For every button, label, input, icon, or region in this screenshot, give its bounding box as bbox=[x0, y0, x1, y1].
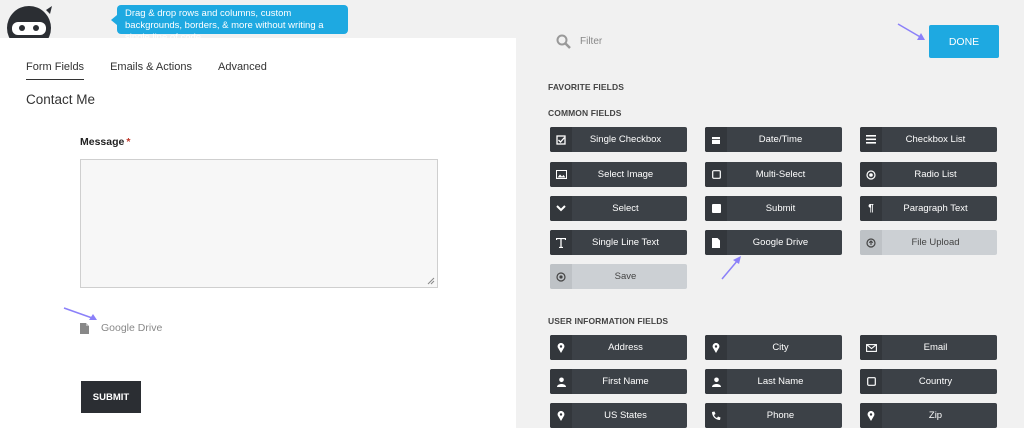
google-drive-label: Google Drive bbox=[101, 322, 163, 334]
image-icon bbox=[550, 162, 572, 187]
square-icon bbox=[860, 369, 882, 394]
favorite-fields-heading: FAVORITE FIELDS bbox=[548, 82, 624, 92]
field-label: City bbox=[772, 342, 789, 353]
field-checkbox-list[interactable]: Checkbox List bbox=[860, 127, 997, 152]
field-select-image[interactable]: Select Image bbox=[550, 162, 687, 187]
pointer-arrow-icon bbox=[721, 256, 741, 280]
field-label: Date/Time bbox=[758, 134, 803, 145]
field-label: Checkbox List bbox=[905, 134, 966, 145]
field-phone[interactable]: Phone bbox=[705, 403, 842, 428]
field-email[interactable]: Email bbox=[860, 335, 997, 360]
message-label: Message * bbox=[80, 136, 130, 148]
list-icon bbox=[860, 127, 882, 152]
field-paragraph-text[interactable]: ¶ Paragraph Text bbox=[860, 196, 997, 221]
field-submit[interactable]: Submit bbox=[705, 196, 842, 221]
field-label: Radio List bbox=[914, 169, 957, 180]
field-multi-select[interactable]: Multi-Select bbox=[705, 162, 842, 187]
field-country[interactable]: Country bbox=[860, 369, 997, 394]
field-zip[interactable]: Zip bbox=[860, 403, 997, 428]
field-last-name[interactable]: Last Name bbox=[705, 369, 842, 394]
form-title: Contact Me bbox=[26, 92, 96, 107]
top-bar: Drag & drop rows and columns, custom bac… bbox=[0, 0, 516, 43]
message-textarea[interactable] bbox=[80, 159, 438, 288]
file-icon bbox=[80, 322, 89, 334]
field-radio-list[interactable]: Radio List bbox=[860, 162, 997, 187]
field-label: Paragraph Text bbox=[903, 203, 968, 214]
field-label: First Name bbox=[602, 376, 649, 387]
map-pin-icon bbox=[860, 403, 882, 428]
map-pin-icon bbox=[550, 403, 572, 428]
envelope-icon bbox=[860, 335, 882, 360]
search-icon bbox=[556, 34, 571, 49]
field-label: Phone bbox=[766, 410, 795, 421]
done-button[interactable]: DONE bbox=[929, 25, 999, 58]
field-single-checkbox[interactable]: Single Checkbox bbox=[550, 127, 687, 152]
field-label: Country bbox=[918, 376, 953, 387]
field-label: Multi-Select bbox=[755, 169, 806, 180]
radio-icon bbox=[860, 162, 882, 187]
field-google-drive[interactable]: Google Drive bbox=[705, 230, 842, 255]
field-select[interactable]: Select bbox=[550, 196, 687, 221]
checkbox-icon bbox=[550, 127, 572, 152]
user-info-fields-heading: USER INFORMATION FIELDS bbox=[548, 316, 669, 326]
field-first-name[interactable]: First Name bbox=[550, 369, 687, 394]
field-label: Single Line Text bbox=[592, 237, 659, 248]
filter-placeholder: Filter bbox=[580, 36, 603, 47]
field-label: Email bbox=[923, 342, 948, 353]
calendar-icon bbox=[705, 127, 727, 152]
pointer-arrow-icon bbox=[63, 307, 97, 320]
map-pin-icon bbox=[550, 335, 572, 360]
field-us-states[interactable]: US States bbox=[550, 403, 687, 428]
resize-grip-icon[interactable] bbox=[427, 277, 435, 285]
field-drawer: Filter DONE FAVORITE FIELDS COMMON FIELD… bbox=[516, 0, 1024, 428]
field-label: Select bbox=[612, 203, 639, 214]
field-label: Select Image bbox=[597, 169, 654, 180]
submit-button[interactable]: SUBMIT bbox=[81, 381, 141, 413]
field-city[interactable]: City bbox=[705, 335, 842, 360]
field-label: Address bbox=[608, 342, 643, 353]
tab-advanced[interactable]: Advanced bbox=[218, 61, 267, 80]
map-pin-icon bbox=[705, 335, 727, 360]
tooltip: Drag & drop rows and columns, custom bac… bbox=[111, 5, 348, 43]
field-label: File Upload bbox=[911, 237, 960, 248]
ninja-logo-icon bbox=[6, 2, 52, 40]
square-icon bbox=[705, 162, 727, 187]
text-icon bbox=[550, 230, 572, 255]
save-icon bbox=[550, 264, 572, 289]
paragraph-icon: ¶ bbox=[860, 196, 882, 221]
file-icon bbox=[705, 230, 727, 255]
field-file-upload[interactable]: File Upload bbox=[860, 230, 997, 255]
field-label: Last Name bbox=[757, 376, 804, 387]
field-label: Google Drive bbox=[752, 237, 809, 248]
user-icon bbox=[705, 369, 727, 394]
upload-icon bbox=[860, 230, 882, 255]
field-label: Submit bbox=[765, 203, 796, 214]
field-date-time[interactable]: Date/Time bbox=[705, 127, 842, 152]
chevron-down-icon bbox=[550, 196, 572, 221]
tab-form-fields[interactable]: Form Fields bbox=[26, 61, 85, 80]
filled-square-icon bbox=[705, 196, 727, 221]
required-mark: * bbox=[126, 136, 131, 148]
message-label-text: Message bbox=[80, 136, 125, 148]
field-address[interactable]: Address bbox=[550, 335, 687, 360]
field-label: Save bbox=[614, 271, 637, 282]
field-label: Zip bbox=[928, 410, 943, 421]
tab-emails-actions[interactable]: Emails & Actions bbox=[110, 61, 192, 80]
form-builder-panel: Form Fields Emails & Actions Advanced Co… bbox=[0, 38, 516, 428]
phone-icon bbox=[705, 403, 727, 428]
field-single-line-text[interactable]: Single Line Text bbox=[550, 230, 687, 255]
field-label: Single Checkbox bbox=[589, 134, 662, 145]
user-icon bbox=[550, 369, 572, 394]
field-save[interactable]: Save bbox=[550, 264, 687, 289]
filter-search[interactable]: Filter bbox=[556, 34, 602, 49]
field-label: US States bbox=[604, 410, 647, 421]
tab-bar: Form Fields Emails & Actions Advanced bbox=[26, 61, 293, 80]
pointer-arrow-icon bbox=[897, 23, 925, 40]
common-fields-heading: COMMON FIELDS bbox=[548, 108, 622, 118]
